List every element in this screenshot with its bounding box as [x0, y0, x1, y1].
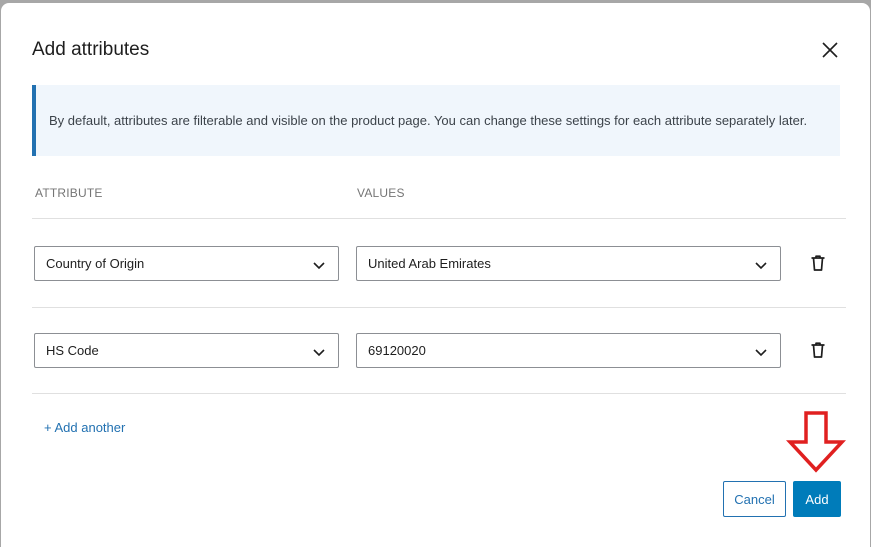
dialog-title: Add attributes	[32, 39, 150, 60]
add-button[interactable]: Add	[793, 481, 841, 517]
add-another-link[interactable]: + Add another	[44, 420, 125, 435]
attribute-select-row-1[interactable]: Country of Origin	[34, 246, 339, 281]
chevron-down-icon	[313, 262, 325, 270]
value-select-value: United Arab Emirates	[368, 256, 491, 271]
chevron-down-icon	[755, 262, 767, 270]
attribute-select-row-2[interactable]: HS Code	[34, 333, 339, 368]
delete-row-1-button[interactable]	[807, 252, 829, 274]
chevron-down-icon	[755, 349, 767, 357]
divider	[32, 393, 846, 394]
trash-icon	[811, 255, 825, 271]
delete-row-2-button[interactable]	[807, 339, 829, 361]
column-header-attribute: ATTRIBUTE	[35, 186, 103, 200]
value-select-row-2[interactable]: 69120020	[356, 333, 781, 368]
add-attributes-dialog: Add attributes By default, attributes ar…	[1, 3, 870, 547]
info-notice-text: By default, attributes are filterable an…	[49, 113, 808, 128]
divider	[32, 218, 846, 219]
close-button[interactable]	[815, 35, 845, 65]
column-header-values: VALUES	[357, 186, 405, 200]
trash-icon	[811, 342, 825, 358]
attribute-select-value: Country of Origin	[46, 256, 145, 271]
value-select-value: 69120020	[368, 343, 426, 358]
chevron-down-icon	[313, 349, 325, 357]
value-select-row-1[interactable]: United Arab Emirates	[356, 246, 781, 281]
down-arrow-icon	[786, 411, 846, 473]
cancel-button[interactable]: Cancel	[723, 481, 786, 517]
attribute-select-value: HS Code	[46, 343, 99, 358]
close-icon	[822, 42, 838, 58]
info-notice: By default, attributes are filterable an…	[32, 85, 840, 156]
divider	[32, 307, 846, 308]
